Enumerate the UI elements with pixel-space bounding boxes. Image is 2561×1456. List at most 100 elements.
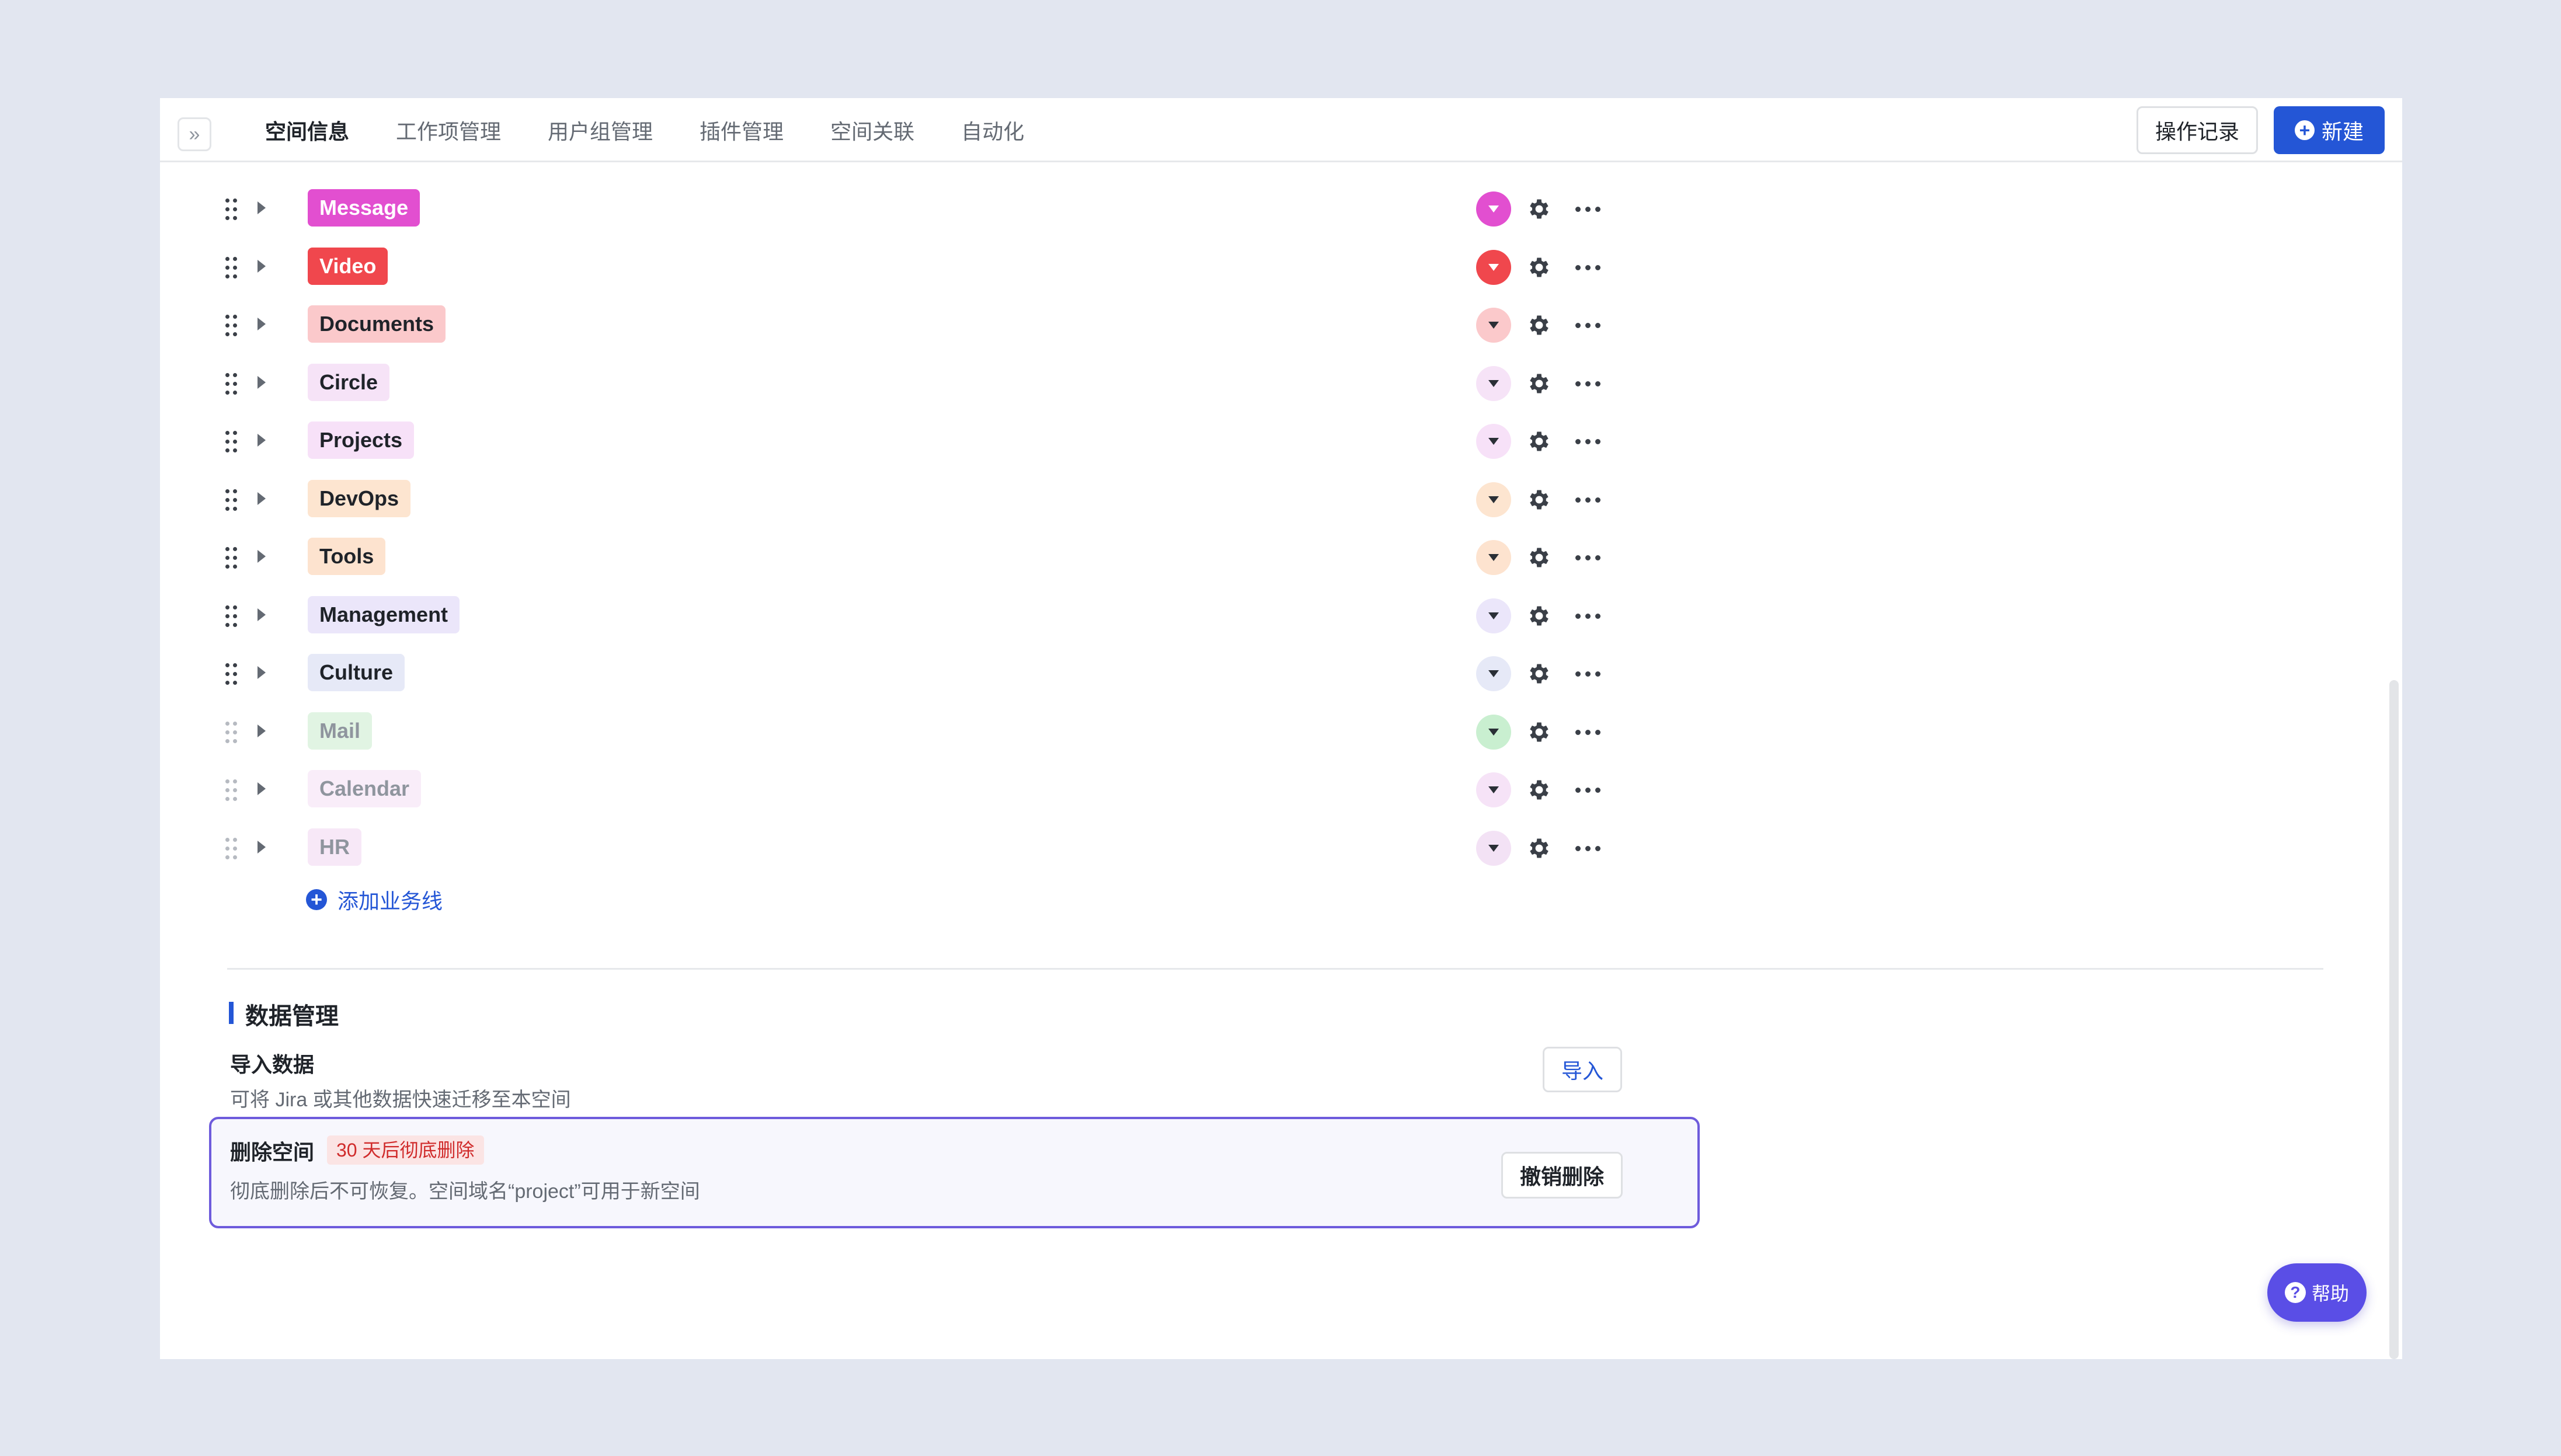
more-icon[interactable] — [1575, 788, 1601, 793]
new-button[interactable]: + 新建 — [2274, 106, 2385, 154]
drag-handle-icon[interactable] — [225, 431, 239, 453]
drag-handle-icon[interactable] — [225, 372, 239, 395]
gear-icon[interactable] — [1526, 487, 1552, 513]
expand-caret-icon[interactable] — [258, 666, 266, 679]
drag-handle-icon[interactable] — [225, 605, 239, 628]
more-icon[interactable] — [1575, 207, 1601, 213]
drag-handle-icon[interactable] — [225, 547, 239, 569]
color-dropdown-icon[interactable] — [1476, 191, 1511, 227]
plus-circle-icon: + — [2294, 120, 2315, 140]
expand-sidebar-button[interactable]: » — [178, 117, 211, 151]
tab-space-links[interactable]: 空间关联 — [830, 115, 914, 145]
business-line-row: Video — [160, 244, 1678, 291]
section-divider — [227, 968, 2323, 970]
drag-handle-icon[interactable] — [225, 663, 239, 685]
business-line-tag: Message — [308, 189, 420, 227]
gear-icon[interactable] — [1526, 255, 1552, 280]
add-business-line-label: 添加业务线 — [337, 889, 443, 913]
gear-icon[interactable] — [1526, 429, 1552, 454]
help-button[interactable]: ? 帮助 — [2267, 1263, 2367, 1322]
business-line-row: Documents — [160, 302, 1678, 349]
gear-icon[interactable] — [1526, 196, 1552, 222]
gear-icon[interactable] — [1526, 719, 1552, 745]
business-line-tag: Calendar — [308, 770, 422, 807]
drag-handle-icon[interactable] — [225, 315, 239, 337]
top-bar: » 空间信息 工作项管理 用户组管理 插件管理 空间关联 自动化 操作记录 + … — [160, 98, 2402, 162]
business-line-row: Circle — [160, 360, 1678, 407]
vertical-scrollbar[interactable] — [2389, 680, 2399, 1359]
drag-handle-icon[interactable] — [225, 256, 239, 279]
expand-caret-icon[interactable] — [258, 318, 266, 330]
color-dropdown-icon[interactable] — [1476, 714, 1511, 750]
import-button[interactable]: 导入 — [1543, 1047, 1622, 1092]
drag-handle-icon[interactable] — [225, 489, 239, 511]
expand-caret-icon[interactable] — [258, 782, 266, 795]
drag-handle-icon[interactable] — [225, 198, 239, 221]
business-line-row: Calendar — [160, 767, 1678, 813]
color-dropdown-icon[interactable] — [1476, 482, 1511, 517]
expand-caret-icon[interactable] — [258, 375, 266, 389]
business-line-tag: Tools — [308, 538, 386, 575]
tab-work-items[interactable]: 工作项管理 — [396, 115, 501, 145]
business-line-tag: Video — [308, 247, 388, 285]
gear-icon[interactable] — [1526, 661, 1552, 687]
business-line-tag: Culture — [308, 654, 405, 691]
double-chevron-right-icon: » — [189, 123, 200, 145]
color-dropdown-icon[interactable] — [1476, 772, 1511, 807]
gear-icon[interactable] — [1526, 835, 1552, 861]
delete-space-title: 删除空间 — [230, 1140, 315, 1164]
expand-caret-icon[interactable] — [258, 434, 266, 447]
add-business-line-button[interactable]: + 添加业务线 — [306, 885, 443, 914]
undo-delete-button[interactable]: 撤销删除 — [1501, 1152, 1623, 1199]
color-dropdown-icon[interactable] — [1476, 249, 1511, 285]
expand-caret-icon[interactable] — [258, 724, 266, 737]
more-icon[interactable] — [1575, 555, 1601, 561]
section-title: 数据管理 — [245, 1004, 339, 1029]
help-label: 帮助 — [2311, 1283, 2349, 1304]
color-dropdown-icon[interactable] — [1476, 365, 1511, 401]
expand-caret-icon[interactable] — [258, 550, 266, 563]
more-icon[interactable] — [1575, 671, 1601, 677]
tab-space-info[interactable]: 空间信息 — [265, 115, 349, 145]
expand-caret-icon[interactable] — [258, 608, 266, 621]
operation-log-button[interactable]: 操作记录 — [2137, 106, 2258, 154]
more-icon[interactable] — [1575, 497, 1601, 503]
business-line-row: Projects — [160, 418, 1678, 465]
tab-automation[interactable]: 自动化 — [961, 115, 1024, 145]
more-icon[interactable] — [1575, 439, 1601, 445]
drag-handle-icon[interactable] — [225, 721, 239, 744]
color-dropdown-icon[interactable] — [1476, 424, 1511, 459]
color-dropdown-icon[interactable] — [1476, 540, 1511, 575]
more-icon[interactable] — [1575, 323, 1601, 329]
gear-icon[interactable] — [1526, 603, 1552, 629]
question-circle-icon: ? — [2284, 1282, 2306, 1303]
gear-icon[interactable] — [1526, 545, 1552, 570]
expand-caret-icon[interactable] — [258, 840, 266, 854]
expand-caret-icon[interactable] — [258, 492, 266, 505]
gear-icon[interactable] — [1526, 312, 1552, 338]
business-line-row: Tools — [160, 534, 1678, 581]
delete-countdown-badge: 30 天后彻底删除 — [327, 1135, 484, 1165]
drag-handle-icon[interactable] — [225, 837, 239, 860]
business-line-tag: Management — [308, 595, 460, 633]
tab-user-groups[interactable]: 用户组管理 — [548, 115, 653, 145]
more-icon[interactable] — [1575, 845, 1601, 852]
more-icon[interactable] — [1575, 613, 1601, 619]
color-dropdown-icon[interactable] — [1476, 656, 1511, 691]
color-dropdown-icon[interactable] — [1476, 830, 1511, 866]
more-icon[interactable] — [1575, 381, 1601, 387]
expand-caret-icon[interactable] — [258, 201, 266, 214]
color-dropdown-icon[interactable] — [1476, 598, 1511, 633]
drag-handle-icon[interactable] — [225, 779, 239, 802]
business-line-row: DevOps — [160, 476, 1678, 523]
delete-space-panel: 删除空间 30 天后彻底删除 彻底删除后不可恢复。空间域名“project”可用… — [209, 1117, 1700, 1228]
more-icon[interactable] — [1575, 264, 1601, 271]
business-line-tag: HR — [308, 828, 361, 866]
color-dropdown-icon[interactable] — [1476, 308, 1511, 343]
tab-plugins[interactable]: 插件管理 — [700, 115, 784, 145]
business-line-row: Mail — [160, 709, 1678, 755]
expand-caret-icon[interactable] — [258, 259, 266, 273]
gear-icon[interactable] — [1526, 777, 1552, 803]
more-icon[interactable] — [1575, 729, 1601, 736]
gear-icon[interactable] — [1526, 371, 1552, 396]
